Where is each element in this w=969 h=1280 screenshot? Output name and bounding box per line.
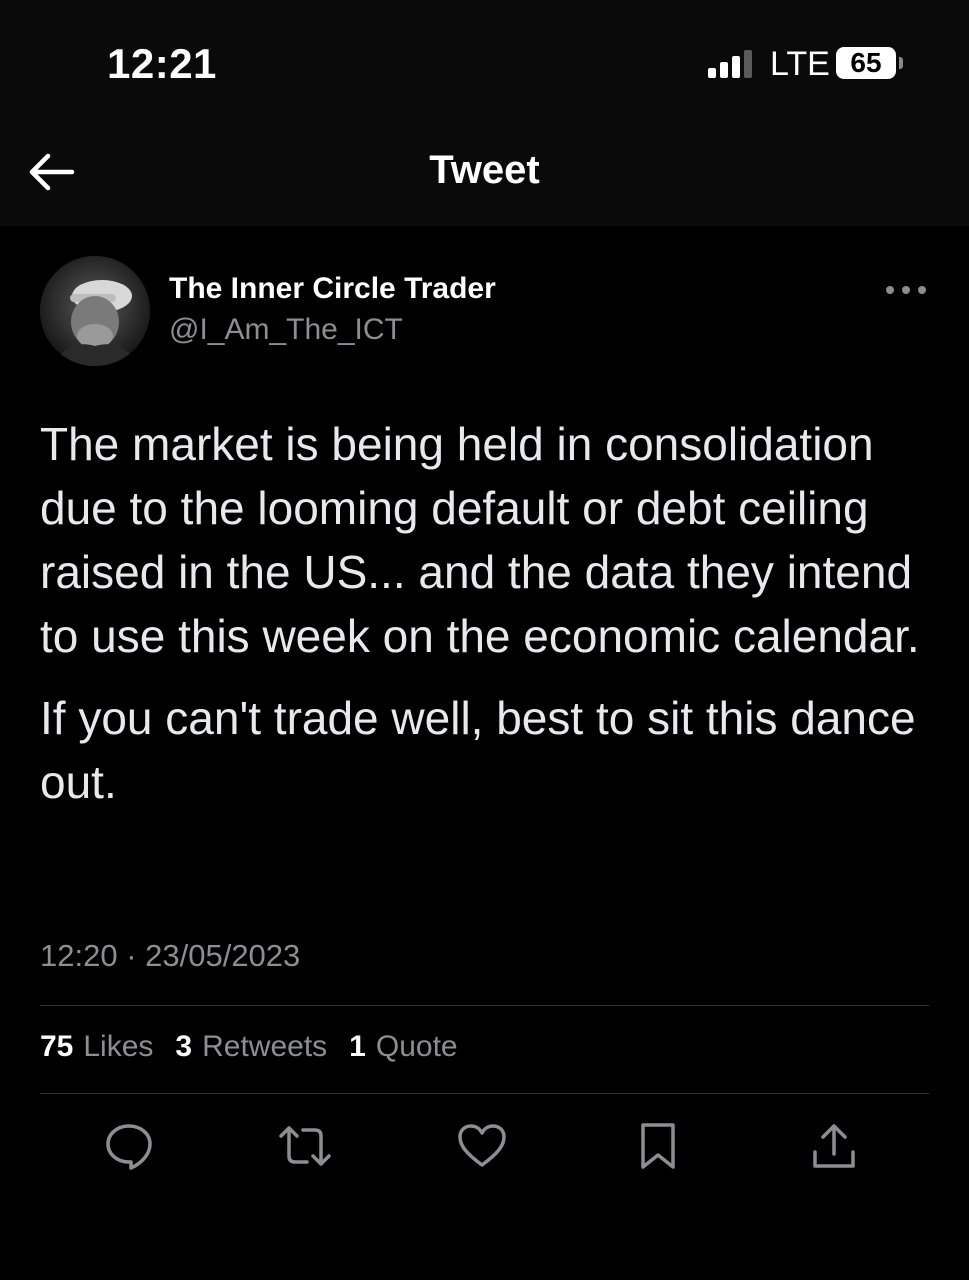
quotes-stat[interactable]: 1 Quote <box>349 1030 457 1064</box>
network-type: LTE <box>770 45 830 83</box>
author-handle[interactable]: @I_Am_The_ICT <box>169 313 403 347</box>
likes-label: Likes <box>83 1030 154 1063</box>
status-time: 12:21 <box>107 40 217 87</box>
divider <box>40 1093 929 1094</box>
bookmark-icon[interactable] <box>630 1118 686 1174</box>
share-icon[interactable] <box>806 1118 862 1174</box>
battery-level: 65 <box>850 47 882 78</box>
tweet-paragraph: If you can't trade well, best to sit thi… <box>40 692 916 808</box>
divider <box>40 1005 929 1006</box>
quotes-count: 1 <box>349 1030 366 1063</box>
more-options-icon[interactable] <box>886 281 926 299</box>
avatar-image <box>40 256 150 366</box>
cellular-signal-icon <box>708 50 752 78</box>
retweets-stat[interactable]: 3 Retweets <box>175 1030 327 1064</box>
battery-icon: 65 <box>836 47 896 79</box>
reply-icon[interactable] <box>101 1118 157 1174</box>
tweet-timestamp[interactable]: 12:20 · 23/05/2023 <box>40 938 300 974</box>
engagement-stats: 75 Likes 3 Retweets 1 Quote <box>40 1030 480 1064</box>
battery-tip <box>899 57 903 69</box>
retweets-label: Retweets <box>202 1030 328 1063</box>
action-bar <box>0 1118 969 1174</box>
quotes-label: Quote <box>375 1030 458 1063</box>
tweet-text: The market is being held in consolidatio… <box>40 412 930 832</box>
retweet-icon[interactable] <box>277 1118 333 1174</box>
likes-count: 75 <box>40 1030 74 1063</box>
tweet-paragraph: The market is being held in consolidatio… <box>40 418 920 662</box>
page-title: Tweet <box>429 148 540 192</box>
retweets-count: 3 <box>175 1030 193 1063</box>
author-name[interactable]: The Inner Circle Trader <box>169 272 496 306</box>
avatar[interactable] <box>40 256 150 366</box>
likes-stat[interactable]: 75 Likes <box>40 1030 153 1064</box>
like-icon[interactable] <box>454 1118 510 1174</box>
